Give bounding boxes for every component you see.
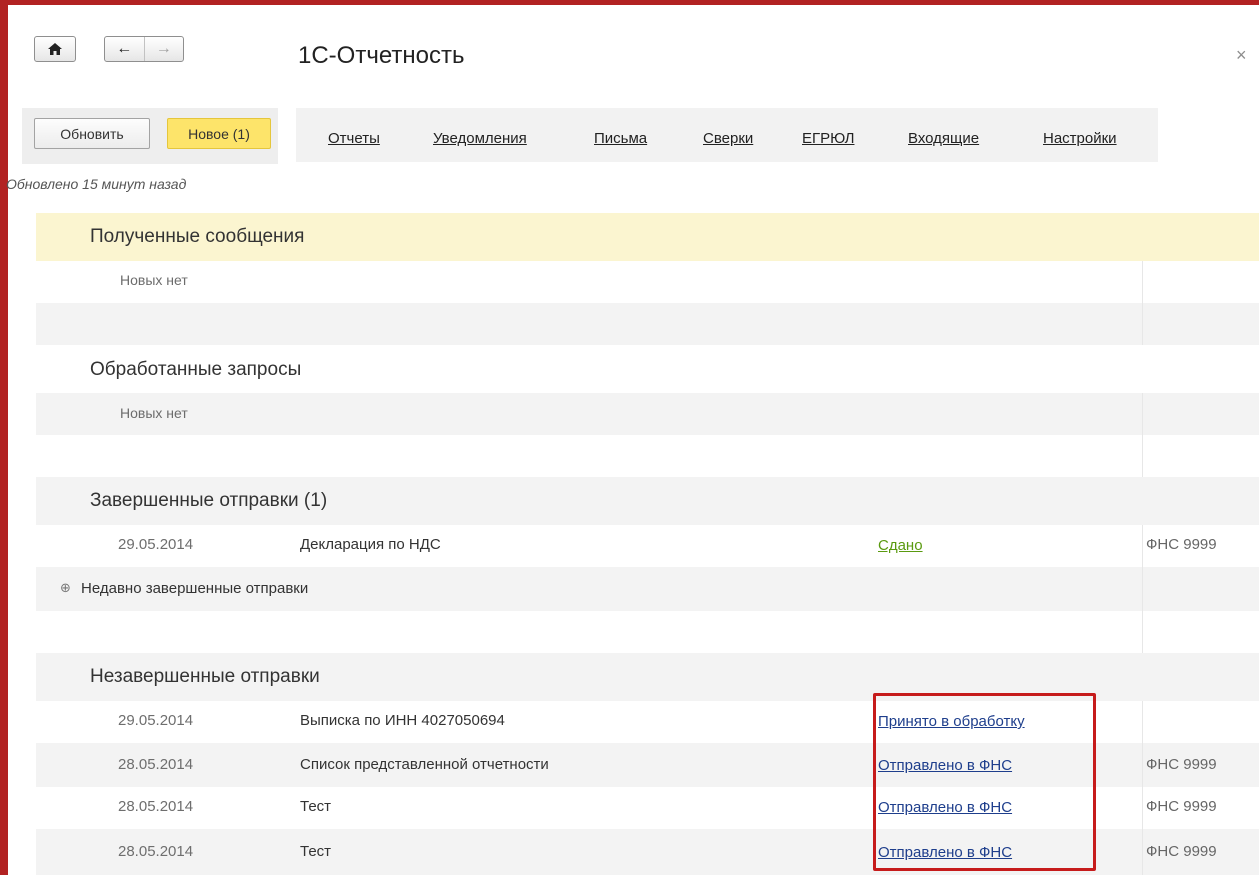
spacer-row: [36, 435, 1259, 477]
processed-requests-body: [36, 393, 1259, 435]
last-updated-text: Обновлено 15 минут назад: [6, 176, 187, 192]
row-name: Декларация по НДС: [300, 536, 441, 553]
tab-reports[interactable]: Отчеты: [328, 130, 380, 147]
status-highlight-box: [873, 693, 1096, 871]
new-items-button[interactable]: Новое (1): [167, 118, 271, 149]
tab-incoming[interactable]: Входящие: [908, 130, 979, 147]
recent-completed-label[interactable]: Недавно завершенные отправки: [81, 580, 308, 597]
row-status-link[interactable]: Сдано: [878, 537, 923, 554]
row-org: ФНС 9999: [1146, 798, 1217, 815]
row-name: Тест: [300, 843, 332, 860]
close-icon[interactable]: ×: [1236, 45, 1247, 66]
home-button[interactable]: [34, 36, 76, 62]
tab-reconciliations[interactable]: Сверки: [703, 130, 753, 147]
row-date: 28.05.2014: [118, 843, 194, 860]
completed-title: Завершенные отправки (1): [90, 490, 328, 511]
spacer-row: [36, 303, 1259, 345]
row-org: ФНС 9999: [1146, 756, 1217, 773]
processed-requests-note: Новых нет: [120, 405, 188, 421]
received-messages-body: [36, 261, 1259, 303]
history-navigation: ← →: [104, 36, 184, 62]
row-name: Выписка по ИНН 4027050694: [300, 712, 505, 729]
row-name: Тест: [300, 798, 332, 815]
row-date: 28.05.2014: [118, 798, 194, 815]
action-buttons-panel: Обновить Новое (1): [22, 108, 278, 164]
page-title: 1С-Отчетность: [298, 42, 465, 69]
expand-icon[interactable]: ⊕: [60, 580, 71, 596]
forward-button[interactable]: →: [145, 37, 184, 61]
tab-settings[interactable]: Настройки: [1043, 130, 1117, 147]
navigation-tabs: Отчеты Уведомления Письма Сверки ЕГРЮЛ В…: [296, 108, 1158, 162]
back-button[interactable]: ←: [105, 37, 145, 61]
row-date: 28.05.2014: [118, 756, 194, 773]
tab-notifications[interactable]: Уведомления: [433, 130, 527, 147]
processed-requests-title: Обработанные запросы: [90, 359, 302, 380]
row-org: ФНС 9999: [1146, 536, 1217, 553]
received-messages-note: Новых нет: [120, 272, 188, 288]
row-org: ФНС 9999: [1146, 843, 1217, 860]
refresh-button[interactable]: Обновить: [34, 118, 150, 149]
row-date: 29.05.2014: [118, 712, 194, 729]
received-messages-title: Полученные сообщения: [90, 226, 305, 247]
spacer-row: [36, 611, 1259, 653]
row-date: 29.05.2014: [118, 536, 194, 553]
tab-letters[interactable]: Письма: [594, 130, 647, 147]
home-icon: [48, 43, 62, 55]
incomplete-title: Незавершенные отправки: [90, 666, 320, 687]
tab-egrul[interactable]: ЕГРЮЛ: [802, 130, 854, 147]
row-name: Список представленной отчетности: [300, 756, 549, 773]
window-frame-left: [0, 0, 8, 875]
table-row[interactable]: [36, 525, 1259, 567]
window-frame-top: [0, 0, 1259, 5]
